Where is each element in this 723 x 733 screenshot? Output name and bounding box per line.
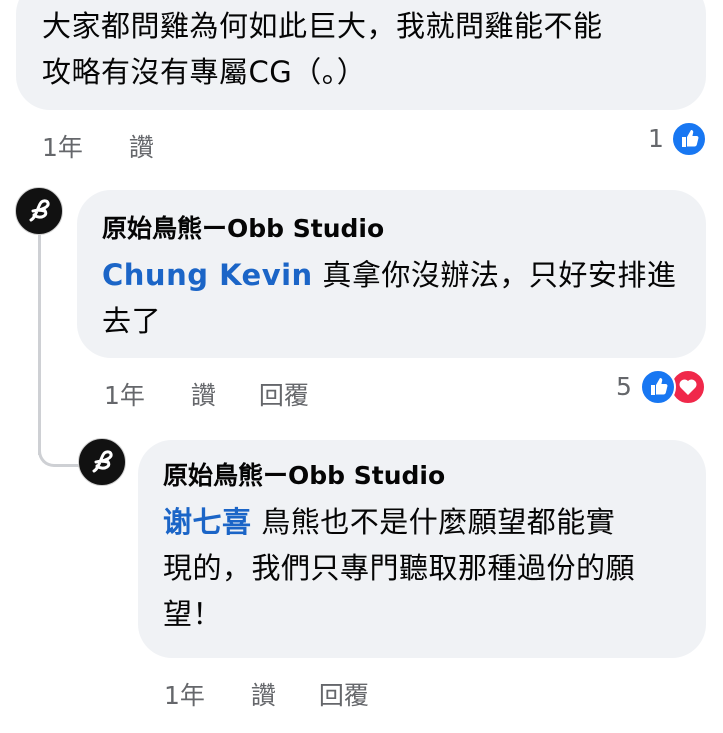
like-button[interactable]: 讚	[191, 376, 216, 412]
comment-actions: 1年 讚	[42, 128, 154, 164]
reply-bubble: 原始鳥熊ーObb Studio 谢七喜 鳥熊也不是什麼願望都能實 現的，我們只專…	[138, 440, 706, 658]
comment-time[interactable]: 1年	[42, 128, 83, 164]
comment-author[interactable]: 原始鳥熊ーObb Studio	[163, 459, 706, 493]
comment-actions: 1年 讚 回覆	[104, 376, 309, 412]
comment-text: 真拿你沒辦法，只好安排進	[322, 258, 677, 292]
comment-text-line: 現的，我們只專門聽取那種過份的願	[163, 551, 636, 585]
like-icon	[671, 121, 707, 157]
comment-author[interactable]: 原始鳥熊ーObb Studio	[102, 212, 706, 246]
comment-text: 鳥熊也不是什麼願望都能實	[261, 505, 616, 539]
comment-text-line: Chung Kevin 真拿你沒辦法，只好安排進	[102, 252, 706, 298]
comment-actions: 1年 讚 回覆	[164, 676, 369, 712]
like-button[interactable]: 讚	[129, 128, 154, 164]
comment-time[interactable]: 1年	[164, 676, 205, 712]
reply-button[interactable]: 回覆	[319, 676, 369, 712]
reaction-count[interactable]: 1	[648, 124, 664, 153]
avatar[interactable]	[78, 438, 126, 486]
reply-bubble: 原始鳥熊ーObb Studio Chung Kevin 真拿你沒辦法，只好安排進…	[77, 190, 706, 358]
comment-text-line: 攻略有沒有專屬CG（。）	[42, 55, 367, 89]
comment-text-line: 大家都問雞為何如此巨大，我就問雞能不能	[42, 9, 603, 43]
comment-text-line: 谢七喜 鳥熊也不是什麼願望都能實	[163, 499, 706, 545]
comment-bubble: 大家都問雞為何如此巨大，我就問雞能不能 攻略有沒有專屬CG（。）	[16, 0, 706, 110]
mention-link[interactable]: Chung Kevin	[102, 258, 313, 292]
thread-line-curve	[38, 430, 79, 467]
thread-line-vertical	[38, 232, 41, 455]
comment-text-line: 去了	[102, 304, 162, 338]
avatar[interactable]	[15, 187, 63, 235]
reply-button[interactable]: 回覆	[259, 376, 309, 412]
mention-link[interactable]: 谢七喜	[163, 505, 252, 539]
comment-text-line: 望！	[163, 597, 223, 631]
like-icon	[640, 369, 676, 405]
reaction-count[interactable]: 5	[616, 372, 632, 401]
comment-time[interactable]: 1年	[104, 376, 145, 412]
like-button[interactable]: 讚	[251, 676, 276, 712]
